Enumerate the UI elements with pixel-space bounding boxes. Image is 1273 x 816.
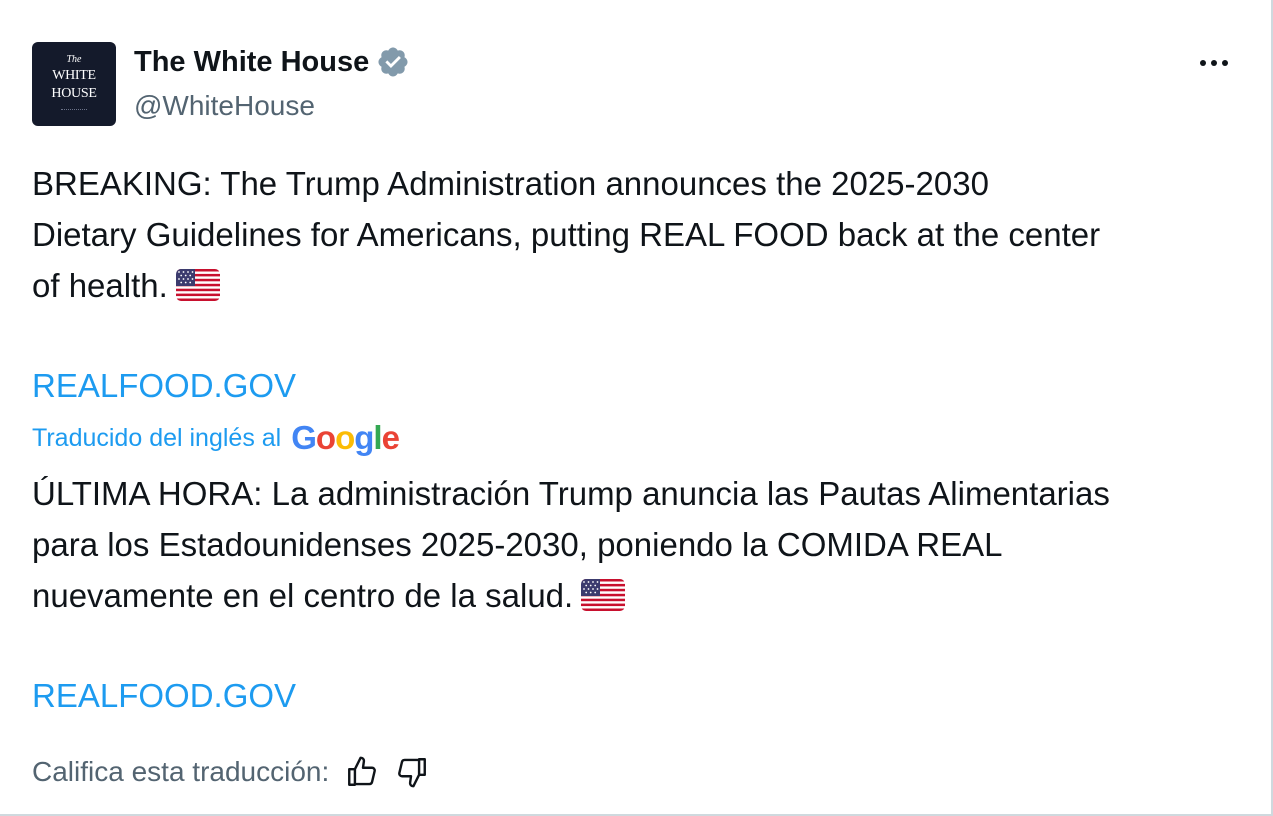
author-name-row: The White House	[134, 44, 410, 80]
more-options-button[interactable]	[1192, 46, 1236, 80]
thumbs-down-icon	[398, 758, 427, 788]
post-translated-line-text: nuevamente en el centro de la salud.	[32, 577, 574, 614]
rate-translation-label: Califica esta traducción:	[32, 756, 330, 787]
google-letter: o	[315, 419, 336, 456]
rate-translation-row: Califica esta traducción:	[32, 752, 429, 792]
post-original-line-text: of health.	[32, 267, 168, 304]
author-handle[interactable]: @WhiteHouse	[134, 88, 315, 124]
thumbs-up-icon	[348, 756, 377, 786]
post-original-line: BREAKING: The Trump Administration annou…	[32, 165, 989, 202]
more-options-icon	[1200, 60, 1228, 66]
avatar-text-house: HOUSE	[51, 86, 97, 101]
post-original-line: of health.	[32, 260, 1242, 311]
thumbs-up-button[interactable]	[345, 755, 379, 789]
thumbs-down-button[interactable]	[395, 755, 429, 789]
us-flag-icon	[175, 264, 220, 315]
avatar-text-the: The	[66, 54, 82, 65]
translated-link[interactable]: REALFOOD.GOV	[32, 676, 296, 716]
google-letter: G	[291, 419, 317, 456]
post-translated-text: ÚLTIMA HORA: La administración Trump anu…	[32, 468, 1242, 621]
avatar[interactable]: The WHITE HOUSE	[32, 42, 116, 126]
google-letter: o	[335, 419, 355, 456]
translation-label: Traducido del inglés al	[32, 424, 282, 452]
post-original-text: BREAKING: The Trump Administration annou…	[32, 158, 1242, 311]
post-translated-line: ÚLTIMA HORA: La administración Trump anu…	[32, 475, 1110, 512]
google-letter: e	[381, 419, 400, 456]
post-original-line: Dietary Guidelines for Americans, puttin…	[32, 216, 1101, 253]
google-logo: Google	[291, 418, 400, 458]
display-name[interactable]: The White House	[134, 44, 369, 80]
google-letter: l	[373, 419, 382, 456]
post-translated-line: nuevamente en el centro de la salud.	[32, 570, 1242, 621]
verified-badge-icon	[376, 45, 410, 79]
translation-attribution: Traducido del inglés al Google	[32, 418, 400, 458]
us-flag-icon	[581, 574, 626, 625]
avatar-decoration	[61, 109, 87, 112]
post-translated-line: para los Estadounidenses 2025-2030, poni…	[32, 526, 1003, 563]
google-letter: g	[354, 419, 374, 456]
avatar-text-white: WHITE	[52, 68, 96, 83]
original-link[interactable]: REALFOOD.GOV	[32, 366, 296, 406]
